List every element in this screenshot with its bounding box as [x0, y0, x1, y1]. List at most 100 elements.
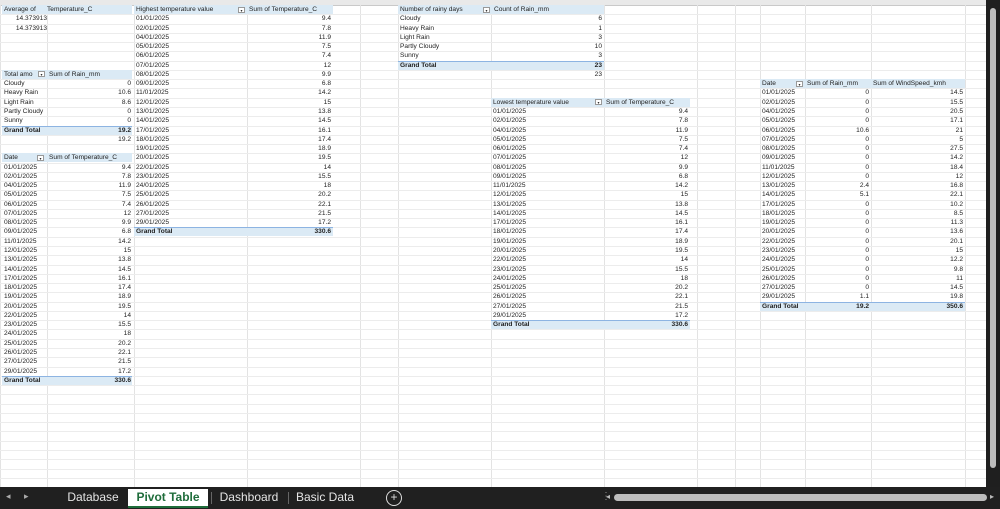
column-header-l[interactable]: L: [836, 0, 839, 2]
pivot-low-row-date[interactable]: 17/01/2025: [493, 218, 593, 227]
pivot-low-row-date[interactable]: 09/01/2025: [493, 172, 593, 181]
pivot-wind-row-wind[interactable]: 15: [871, 246, 963, 255]
pivot-high-row-date[interactable]: 18/01/2025: [136, 135, 236, 144]
pivot-wind-row-date[interactable]: 20/01/2025: [762, 227, 805, 236]
filter-dropdown-icon[interactable]: ▾: [38, 71, 45, 78]
pivot-wind-row-date[interactable]: 05/01/2025: [762, 116, 805, 125]
pivot-wind-row-date[interactable]: 08/01/2025: [762, 144, 805, 153]
column-header-h[interactable]: H: [648, 0, 652, 2]
column-header-c[interactable]: C: [188, 0, 192, 2]
pivot-date-temp-row-value[interactable]: 14: [47, 311, 131, 320]
pivot-date-temp-row-value[interactable]: 15: [47, 246, 131, 255]
pivot-date-temp-row-value[interactable]: 17.2: [47, 367, 131, 376]
pivot-low-row-value[interactable]: 19.5: [606, 246, 688, 255]
pivot-low-row-date[interactable]: 19/01/2025: [493, 237, 593, 246]
pivot-wind-row-rain[interactable]: 0: [805, 237, 869, 246]
pivot-date-temp-row-value[interactable]: 18.9: [47, 292, 131, 301]
pivot-wind-row-wind[interactable]: 20.1: [871, 237, 963, 246]
pivot-wind-row-date[interactable]: 22/01/2025: [762, 237, 805, 246]
pivot-wind-row-wind[interactable]: 13.6: [871, 227, 963, 236]
pivot-high-total-value[interactable]: 330.6: [249, 227, 331, 236]
column-header-k[interactable]: K: [780, 0, 784, 2]
pivot-rain-row-label[interactable]: Heavy Rain: [4, 88, 46, 97]
pivot-wind-row-rain[interactable]: 0: [805, 107, 869, 116]
pivot-high-row-value[interactable]: 14: [249, 163, 331, 172]
pivot-high-row-date[interactable]: 11/01/2025: [136, 88, 236, 97]
pivot-rainy-row-value[interactable]: 3: [494, 33, 602, 42]
pivot-wind-row-wind[interactable]: 22.1: [871, 190, 963, 199]
filter-dropdown-icon[interactable]: ▾: [37, 154, 44, 161]
pivot-high-row-value[interactable]: 18.9: [249, 144, 331, 153]
pivot-wind-row-rain[interactable]: 0: [805, 255, 869, 264]
filter-dropdown-icon[interactable]: ▾: [483, 6, 490, 13]
pivot-high-row-date[interactable]: 22/01/2025: [136, 163, 236, 172]
pivot-date-temp-header-label[interactable]: Date: [4, 153, 34, 162]
pivot-wind-row-wind[interactable]: 15.5: [871, 98, 963, 107]
prev-sheet-icon[interactable]: ◂: [6, 491, 11, 502]
pivot-low-row-value[interactable]: 17.2: [606, 311, 688, 320]
pivot-low-row-value[interactable]: 15.5: [606, 265, 688, 274]
pivot-rainy-row-label[interactable]: Sunny: [400, 51, 490, 60]
pivot-low-row-value[interactable]: 20.2: [606, 283, 688, 292]
column-header-j[interactable]: J: [746, 0, 749, 2]
pivot-high-total-label[interactable]: Grand Total: [136, 227, 236, 236]
pivot-low-row-value[interactable]: 7.5: [606, 135, 688, 144]
pivot-avg-header-label[interactable]: Average of: [4, 5, 47, 14]
pivot-low-row-date[interactable]: 18/01/2025: [493, 227, 593, 236]
column-header-f[interactable]: F: [443, 0, 447, 2]
pivot-low-row-value[interactable]: 22.1: [606, 292, 688, 301]
pivot-rainy-total-value[interactable]: 23: [494, 61, 602, 70]
pivot-wind-row-date[interactable]: 14/01/2025: [762, 190, 805, 199]
pivot-wind-row-wind[interactable]: 14.5: [871, 88, 963, 97]
pivot-wind-row-wind[interactable]: 21: [871, 126, 963, 135]
pivot-wind-row-rain[interactable]: 2.4: [805, 181, 869, 190]
pivot-wind-row-wind[interactable]: 14.5: [871, 283, 963, 292]
pivot-date-temp-row-value[interactable]: 15.5: [47, 320, 131, 329]
pivot-high-row-date[interactable]: 09/01/2025: [136, 79, 236, 88]
pivot-high-row-value[interactable]: 17.4: [249, 135, 331, 144]
pivot-wind-row-rain[interactable]: 0: [805, 283, 869, 292]
pivot-high-row-value[interactable]: 12: [249, 61, 331, 70]
pivot-low-row-date[interactable]: 20/01/2025: [493, 246, 593, 255]
pivot-rainy-row-value[interactable]: 6: [494, 14, 602, 23]
pivot-wind-row-date[interactable]: 19/01/2025: [762, 218, 805, 227]
pivot-wind-row-wind[interactable]: 19.8: [871, 292, 963, 301]
pivot-wind-row-date[interactable]: 12/01/2025: [762, 172, 805, 181]
pivot-low-row-date[interactable]: 12/01/2025: [493, 190, 593, 199]
pivot-wind-row-rain[interactable]: 10.6: [805, 126, 869, 135]
column-header-e[interactable]: E: [377, 0, 381, 2]
pivot-wind-row-rain[interactable]: 0: [805, 246, 869, 255]
pivot-wind-row-rain[interactable]: 0: [805, 265, 869, 274]
pivot-low-total-value[interactable]: 330.6: [606, 320, 688, 329]
pivot-rain-row-value[interactable]: 0: [47, 116, 131, 125]
pivot-low-row-date[interactable]: 01/01/2025: [493, 107, 593, 116]
pivot-low-row-value[interactable]: 14.2: [606, 181, 688, 190]
pivot-rain-row-value[interactable]: 0: [47, 107, 131, 116]
pivot-rainy-extra-value[interactable]: 23: [494, 70, 602, 79]
pivot-rainy-row-value[interactable]: 1: [494, 24, 602, 33]
pivot-high-row-value[interactable]: 11.9: [249, 33, 331, 42]
pivot-low-row-value[interactable]: 9.9: [606, 163, 688, 172]
pivot-high-row-value[interactable]: 14.2: [249, 88, 331, 97]
pivot-date-temp-row-value[interactable]: 7.8: [47, 172, 131, 181]
pivot-low-row-value[interactable]: 9.4: [606, 107, 688, 116]
pivot-low-row-value[interactable]: 13.8: [606, 200, 688, 209]
pivot-wind-row-wind[interactable]: 11.3: [871, 218, 963, 227]
horizontal-scroll-thumb[interactable]: [614, 494, 987, 501]
pivot-wind-row-wind[interactable]: 16.8: [871, 181, 963, 190]
pivot-high-row-value[interactable]: 9.9: [249, 70, 331, 79]
pivot-wind-row-date[interactable]: 04/01/2025: [762, 107, 805, 116]
pivot-high-row-date[interactable]: 05/01/2025: [136, 42, 236, 51]
next-sheet-icon[interactable]: ▸: [24, 491, 29, 502]
pivot-low-row-date[interactable]: 04/01/2025: [493, 126, 593, 135]
vertical-scrollbar[interactable]: [986, 0, 1000, 487]
pivot-low-row-date[interactable]: 23/01/2025: [493, 265, 593, 274]
filter-dropdown-icon[interactable]: ▾: [238, 6, 245, 13]
pivot-wind-row-wind[interactable]: 10.2: [871, 200, 963, 209]
pivot-low-row-value[interactable]: 18: [606, 274, 688, 283]
column-header-g[interactable]: G: [545, 0, 550, 2]
tab-dashboard[interactable]: Dashboard: [214, 489, 284, 506]
pivot-high-row-value[interactable]: 7.5: [249, 42, 331, 51]
pivot-date-temp-row-date[interactable]: 22/01/2025: [4, 311, 47, 320]
pivot-high-row-date[interactable]: 04/01/2025: [136, 33, 236, 42]
